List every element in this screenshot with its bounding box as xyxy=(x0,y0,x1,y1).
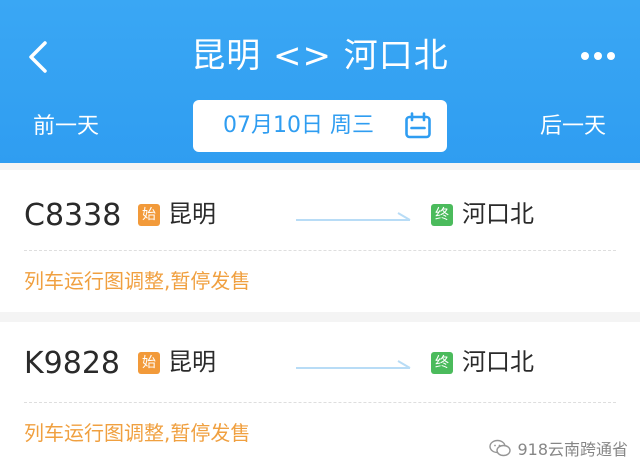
start-station-badge: 始 xyxy=(138,204,160,226)
train-number: C8338 xyxy=(24,198,122,233)
watermark-text: 918云南跨通省 xyxy=(517,440,628,459)
departure-station: 昆明 xyxy=(168,200,216,228)
direction-arrow-icon xyxy=(296,360,411,369)
arrival-station: 河口北 xyxy=(462,348,534,376)
arrival-station: 河口北 xyxy=(462,200,534,228)
departure-station: 昆明 xyxy=(168,348,216,376)
terminal-station-badge: 终 xyxy=(431,352,453,374)
date-label: 07月10日 周三 xyxy=(223,113,374,138)
train-card[interactable]: C8338 始 昆明 终 河口北 列车运行图调整,暂停发售 xyxy=(0,170,640,312)
direction-arrow-icon xyxy=(296,212,411,221)
date-picker[interactable]: 07月10日 周三 xyxy=(193,100,447,152)
train-number: K9828 xyxy=(24,346,121,381)
start-station-badge: 始 xyxy=(138,352,160,374)
wechat-icon xyxy=(489,439,512,457)
next-day-button[interactable]: 后一天 xyxy=(540,110,606,144)
sale-status-notice: 列车运行图调整,暂停发售 xyxy=(24,421,251,445)
terminal-station-badge: 终 xyxy=(431,204,453,226)
prev-day-button[interactable]: 前一天 xyxy=(33,110,99,144)
more-button[interactable] xyxy=(576,40,620,72)
top-bar: 昆明 <> 河口北 前一天 07月10日 周三 后一天 xyxy=(0,0,640,163)
divider xyxy=(24,402,616,403)
watermark: 918云南跨通省 xyxy=(489,436,628,460)
sale-status-notice: 列车运行图调整,暂停发售 xyxy=(24,269,251,293)
more-dots-icon xyxy=(581,52,615,60)
divider xyxy=(24,250,616,251)
calendar-icon xyxy=(405,112,431,139)
page-title: 昆明 <> 河口北 xyxy=(191,36,449,76)
